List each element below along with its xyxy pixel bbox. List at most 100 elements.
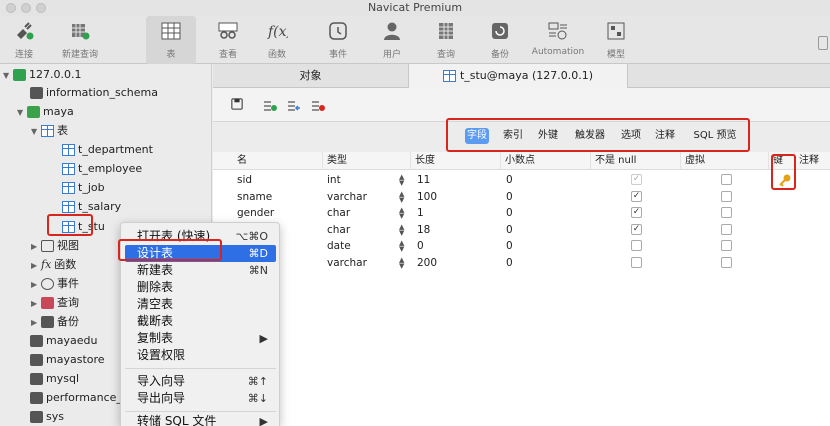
field-decimals-cell[interactable]: 0	[506, 189, 513, 205]
not-null-checkbox[interactable]: ✓	[631, 174, 642, 185]
zoom-window-button[interactable]	[36, 3, 46, 13]
field-decimals-cell[interactable]: 0	[506, 205, 513, 221]
type-stepper-icon[interactable]: ▲ ▼	[399, 174, 404, 187]
field-decimals-cell[interactable]: 0	[506, 255, 513, 271]
collapsed-arrow-icon[interactable]: ▶	[31, 275, 41, 294]
toolbar-event-button[interactable]: 事件	[323, 16, 353, 64]
toolbar-model-button[interactable]: 模型	[601, 16, 631, 64]
field-length-cell[interactable]: 11	[417, 172, 430, 188]
virtual-checkbox[interactable]	[721, 256, 732, 268]
toolbar-automation-button[interactable]: Automation	[531, 16, 585, 64]
expand-arrow-icon[interactable]: ▼	[17, 103, 27, 122]
field-decimals-cell[interactable]: 0	[506, 238, 513, 254]
virtual-checkbox[interactable]	[721, 223, 732, 235]
menu-dump-sql-file[interactable]: 转储 SQL 文件 ▶	[125, 413, 276, 426]
column-header-virtual[interactable]: 虚拟	[681, 152, 769, 170]
toolbar-table-button[interactable]: 表	[146, 16, 196, 64]
toolbar-new-query-button[interactable]: 新建查询	[56, 16, 104, 64]
collapsed-arrow-icon[interactable]: ▶	[31, 294, 41, 313]
field-decimals-cell[interactable]: 0	[506, 222, 513, 238]
type-stepper-icon[interactable]: ▲ ▼	[399, 223, 404, 236]
type-stepper-icon[interactable]: ▲ ▼	[399, 190, 404, 203]
field-type-cell[interactable]: date	[327, 238, 351, 254]
field-type-cell[interactable]: varchar	[327, 189, 367, 205]
column-header-length[interactable]: 长度	[411, 152, 501, 170]
table-row[interactable]: varchar ▲ ▼ 200 0	[213, 255, 830, 271]
field-type-cell[interactable]: char	[327, 205, 350, 221]
save-icon[interactable]	[230, 98, 244, 110]
close-window-button[interactable]	[6, 3, 16, 13]
field-length-cell[interactable]: 1	[417, 205, 424, 221]
table-row[interactable]: date ▲ ▼ 0 0	[213, 238, 830, 254]
menu-empty-table[interactable]: 清空表	[125, 296, 276, 313]
type-stepper-icon[interactable]: ▲ ▼	[399, 207, 404, 220]
column-header-type[interactable]: 类型	[323, 152, 411, 170]
menu-import-wizard[interactable]: 导入向导 ⌘↑	[125, 373, 276, 390]
collapsed-arrow-icon[interactable]: ▶	[31, 256, 41, 275]
virtual-checkbox[interactable]	[721, 190, 732, 202]
not-null-checkbox[interactable]	[631, 256, 642, 268]
insert-field-icon[interactable]	[287, 100, 301, 112]
virtual-checkbox[interactable]	[721, 174, 732, 185]
expand-arrow-icon[interactable]: ▼	[3, 66, 13, 85]
tab-t-stu-design[interactable]: t_stu@maya (127.0.0.1)	[408, 64, 628, 88]
toolbar-view-button[interactable]: 查看	[211, 16, 245, 64]
tab-objects[interactable]: 对象	[213, 64, 408, 88]
field-type-cell[interactable]: int	[327, 172, 341, 188]
folder-views[interactable]: ▶ 视图	[31, 236, 79, 255]
toolbar-function-button[interactable]: f(x) 函数	[262, 16, 292, 64]
field-name-cell[interactable]: sname	[237, 189, 272, 205]
db-maya[interactable]: ▼ maya	[17, 102, 74, 121]
virtual-checkbox[interactable]	[721, 240, 732, 251]
folder-backups[interactable]: ▶ 备份	[31, 312, 79, 331]
field-type-cell[interactable]: char	[327, 222, 350, 238]
field-name-cell[interactable]: sid	[237, 172, 252, 188]
table-row[interactable]: sid int ▲ ▼ 11 0 ✓	[213, 172, 830, 188]
table-t-department[interactable]: t_department	[62, 140, 153, 159]
table-t-employee[interactable]: t_employee	[62, 159, 142, 178]
toolbar-user-button[interactable]: 用户	[377, 16, 407, 64]
db-performance-schema[interactable]: performance_	[30, 388, 122, 407]
field-length-cell[interactable]: 0	[417, 238, 424, 254]
table-t-job[interactable]: t_job	[62, 178, 105, 197]
menu-delete-table[interactable]: 删除表	[125, 279, 276, 296]
menu-truncate-table[interactable]: 截断表	[125, 313, 276, 330]
folder-queries[interactable]: ▶ 查询	[31, 293, 79, 312]
not-null-checkbox[interactable]: ✓	[631, 190, 642, 202]
db-mysql[interactable]: mysql	[30, 369, 79, 388]
folder-tables[interactable]: ▼ 表	[31, 121, 68, 140]
not-null-checkbox[interactable]	[631, 240, 642, 251]
column-header-comment[interactable]: 注释	[795, 152, 830, 170]
toolbar-backup-button[interactable]: 备份	[485, 16, 515, 64]
toolbar-connection-button[interactable]: 连接	[4, 16, 44, 64]
expand-arrow-icon[interactable]: ▼	[31, 122, 41, 141]
add-field-icon[interactable]	[263, 100, 277, 112]
menu-duplicate-table[interactable]: 复制表 ▶	[125, 330, 276, 347]
delete-field-icon[interactable]	[311, 100, 325, 112]
db-sys[interactable]: sys	[30, 407, 64, 426]
folder-functions[interactable]: ▶ fx 函数	[31, 255, 76, 274]
toolbar-query-button[interactable]: 查询	[431, 16, 461, 64]
menu-export-wizard[interactable]: 导出向导 ⌘↓	[125, 390, 276, 407]
virtual-checkbox[interactable]	[721, 207, 732, 218]
menu-new-table[interactable]: 新建表 ⌘N	[125, 262, 276, 279]
column-header-name[interactable]: 名	[233, 152, 323, 170]
field-length-cell[interactable]: 18	[417, 222, 430, 238]
table-row[interactable]: char ▲ ▼ 18 0 ✓	[213, 222, 830, 238]
field-length-cell[interactable]: 200	[417, 255, 437, 271]
table-row[interactable]: gender char ▲ ▼ 1 0 ✓	[213, 205, 830, 221]
field-decimals-cell[interactable]: 0	[506, 172, 513, 188]
column-header-decimals[interactable]: 小数点	[501, 152, 591, 170]
menu-set-permissions[interactable]: 设置权限	[125, 347, 276, 364]
connection-node[interactable]: ▼ 127.0.0.1	[3, 65, 81, 84]
minimize-window-button[interactable]	[21, 3, 31, 13]
db-mayaedu[interactable]: mayaedu	[30, 331, 97, 350]
type-stepper-icon[interactable]: ▲ ▼	[399, 256, 404, 269]
not-null-checkbox[interactable]: ✓	[631, 207, 642, 218]
field-type-cell[interactable]: varchar	[327, 255, 367, 271]
sidebar-toggle-button[interactable]	[818, 36, 828, 50]
folder-events[interactable]: ▶ 事件	[31, 274, 79, 293]
field-length-cell[interactable]: 100	[417, 189, 437, 205]
db-information-schema[interactable]: information_schema	[30, 83, 158, 102]
type-stepper-icon[interactable]: ▲ ▼	[399, 240, 404, 253]
